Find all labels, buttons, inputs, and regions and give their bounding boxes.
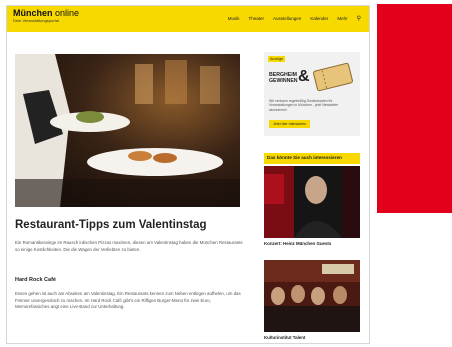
article-headline: Restaurant-Tipps zum Valentinstag bbox=[15, 219, 207, 231]
ad-text: Wir verlosen regelmäßig Gewinnkarten für… bbox=[269, 99, 339, 112]
ad-ampersand: & bbox=[298, 68, 310, 85]
browser-page: München online Dein Veranstaltungsportal… bbox=[6, 5, 370, 344]
sidebar-heading-label: Das könnte Sie auch interessieren bbox=[267, 155, 342, 160]
ad-cta-button[interactable]: Jetzt hier mitmachen bbox=[269, 120, 311, 128]
theater-photo bbox=[264, 260, 360, 332]
nav-item-ausstellungen[interactable]: Ausstellungen bbox=[273, 16, 301, 21]
nav-item-kalender[interactable]: Kalender bbox=[310, 16, 328, 21]
article-body: Essen gehen ist auch am Abseiten am Vale… bbox=[15, 291, 241, 309]
sidebar-card-2[interactable] bbox=[264, 260, 360, 332]
ad-tag: Anzeige bbox=[268, 56, 285, 62]
site-title-suffix: online bbox=[52, 8, 80, 18]
sidebar-card-2-caption[interactable]: Kulturinstitut Talent bbox=[264, 335, 305, 340]
ad-banner[interactable]: Anzeige BERGHEIM GEWINNEN & Wir verlosen… bbox=[264, 52, 360, 136]
red-ad-block[interactable] bbox=[377, 4, 452, 213]
site-title-main: München bbox=[13, 8, 53, 18]
concert-photo bbox=[264, 166, 360, 238]
ticket-icon bbox=[313, 62, 353, 92]
sidebar-card-1[interactable] bbox=[264, 166, 360, 238]
nav-item-mehr[interactable]: Mehr bbox=[337, 16, 347, 21]
nav-item-musik[interactable]: Musik bbox=[228, 16, 240, 21]
waiter-plates-photo bbox=[15, 54, 240, 207]
search-icon[interactable]: ⚲ bbox=[357, 15, 361, 22]
article-hero-image bbox=[15, 54, 240, 207]
article-intro: Ein Romantikessinge im Rausch irdischen … bbox=[15, 240, 243, 252]
article-subhead: Hard Rock Café bbox=[15, 277, 56, 283]
site-title: München online bbox=[13, 9, 79, 18]
main-nav: Musik Theater Ausstellungen Kalender Meh… bbox=[228, 15, 361, 22]
sidebar-heading: Das könnte Sie auch interessieren bbox=[264, 153, 360, 164]
site-header: München online Dein Veranstaltungsportal… bbox=[7, 6, 369, 32]
nav-item-theater[interactable]: Theater bbox=[249, 16, 265, 21]
sidebar-card-1-caption[interactable]: Konzert: Heinz München Guests bbox=[264, 241, 331, 246]
site-logo[interactable]: München online Dein Veranstaltungsportal bbox=[13, 9, 79, 23]
site-subtitle: Dein Veranstaltungsportal bbox=[13, 18, 59, 23]
